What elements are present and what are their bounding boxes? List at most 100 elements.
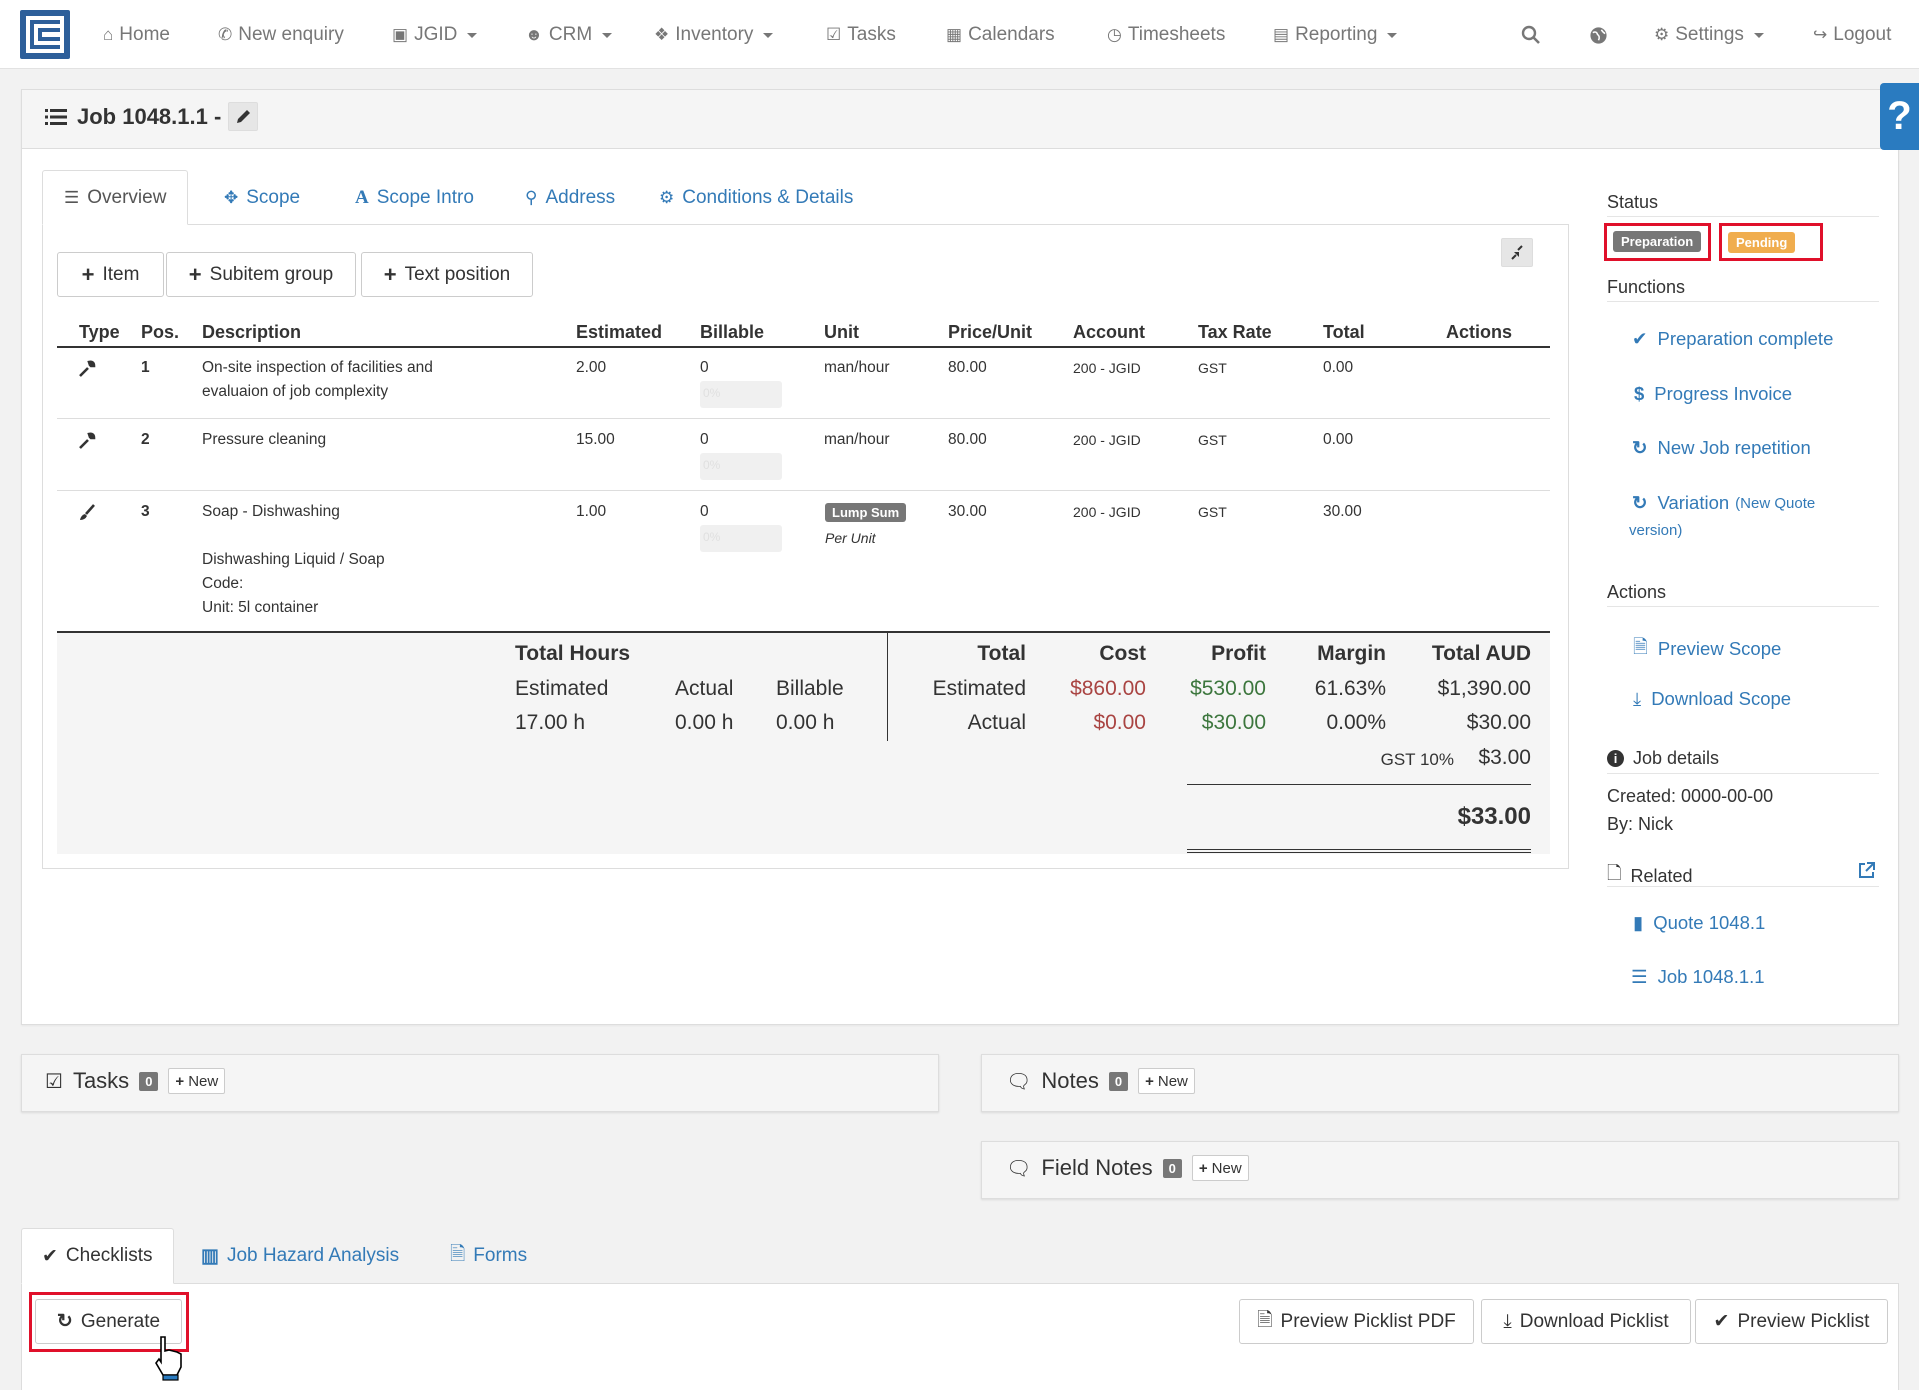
nav-language[interactable] — [1589, 22, 1608, 48]
created-date: Created: 0000-00-00 — [1607, 786, 1774, 806]
top-navbar: ⌂ Home ✆ New enquiry ▣ JGID ☻ CRM ❖ Inventory… — [0, 0, 1919, 69]
nav-search[interactable] — [1521, 22, 1541, 48]
nav-reporting[interactable]: ▤ Reporting — [1273, 22, 1398, 48]
edit-title-button[interactable] — [228, 102, 258, 131]
col-billable: Billable — [700, 322, 765, 342]
col-type: Type — [79, 322, 120, 342]
check-square-icon: ☑ — [826, 25, 842, 44]
gear-icon: ⚙ — [1654, 25, 1670, 44]
signal-icon: ▥ — [201, 1245, 219, 1267]
wrench-icon — [79, 432, 96, 449]
nav-tasks[interactable]: ☑ Tasks — [826, 22, 896, 48]
billable-progress-bar: 0% — [700, 453, 782, 480]
progress-invoice-link[interactable]: $ Progress Invoice — [1634, 383, 1792, 405]
nav-jgid[interactable]: ▣ JGID — [392, 22, 478, 48]
col-price-unit: Price/Unit — [948, 322, 1033, 342]
tab-address[interactable]: ⚲ Address — [525, 170, 615, 225]
field-notes-panel-title: 🗨 Field Notes 0 + New — [1006, 1155, 1249, 1181]
notes-panel-title: 🗨 Notes 0 + New — [1006, 1068, 1195, 1094]
col-total: Total — [1323, 322, 1365, 342]
caret-down-icon — [1387, 32, 1398, 38]
download-scope-link[interactable]: ⤓ Download Scope — [1633, 688, 1791, 710]
field-notes-count-badge: 0 — [1162, 1158, 1182, 1178]
preview-scope-link[interactable]: 🗎 Preview Scope — [1633, 633, 1781, 665]
hand-cursor-icon — [155, 1336, 182, 1381]
status-heading: Status — [1607, 192, 1659, 212]
download-icon: ⤓ — [1633, 688, 1642, 709]
created-by: By: Nick — [1607, 814, 1674, 834]
job-details-heading: i Job details — [1607, 748, 1719, 769]
tab-conditions[interactable]: ⚙ Conditions & Details — [659, 170, 853, 225]
tab-checklists[interactable]: ✔ Checklists — [21, 1228, 174, 1284]
nav-inventory[interactable]: ❖ Inventory — [654, 22, 774, 48]
refresh-icon: ↻ — [1632, 437, 1648, 458]
compress-button[interactable] — [1501, 238, 1533, 267]
home-icon: ⌂ — [103, 25, 114, 44]
brush-icon — [80, 504, 95, 520]
nav-new-enquiry[interactable]: ✆ New enquiry — [218, 22, 344, 48]
tasks-count-badge: 0 — [139, 1071, 159, 1091]
lump-sum-badge: Lump Sum — [825, 503, 907, 522]
nav-crm[interactable]: ☻ CRM — [525, 22, 613, 48]
nav-calendars[interactable]: ▦ Calendars — [946, 22, 1055, 48]
add-text-position-button[interactable]: + Text position — [361, 252, 533, 297]
preview-picklist-pdf-button[interactable]: 🗎 Preview Picklist PDF — [1239, 1299, 1474, 1344]
col-pos: Pos. — [141, 322, 180, 342]
new-note-button[interactable]: + New — [1138, 1068, 1195, 1094]
tab-scope-intro[interactable]: A Scope Intro — [355, 170, 474, 225]
phone-icon: ✆ — [218, 25, 233, 44]
crosshairs-icon: ✥ — [224, 187, 239, 207]
nav-settings[interactable]: ⚙ Settings — [1654, 22, 1764, 48]
caret-down-icon — [467, 32, 478, 38]
cogs-icon: ⚙ — [659, 187, 675, 207]
globe-icon — [1590, 26, 1607, 44]
new-job-repetition-link[interactable]: ↻ New Job repetition — [1632, 437, 1811, 459]
file-pdf-icon: 🗎 — [1257, 1309, 1273, 1331]
file-text-icon: 🗎 — [450, 1244, 466, 1265]
highlight-box — [1604, 223, 1711, 261]
grand-total: $33.00 — [1457, 803, 1531, 830]
list-icon — [45, 109, 67, 125]
preview-picklist-button[interactable]: ✔ Preview Picklist — [1695, 1299, 1888, 1344]
refresh-icon: ↻ — [1632, 492, 1648, 513]
highlight-box — [1719, 223, 1823, 261]
external-link-icon[interactable] — [1857, 861, 1876, 880]
new-field-note-button[interactable]: + New — [1191, 1155, 1249, 1181]
pencil-icon — [237, 110, 250, 123]
caret-down-icon — [602, 32, 613, 38]
comment-icon: 🗨 — [1006, 1157, 1032, 1180]
tasks-panel-title: ☑ Tasks 0 + New — [45, 1068, 226, 1094]
tab-job-hazard-analysis[interactable]: ▥ Job Hazard Analysis — [201, 1228, 399, 1284]
tab-scope[interactable]: ✥ Scope — [224, 170, 300, 225]
related-job-link[interactable]: ☰ Job 1048.1.1 — [1631, 966, 1765, 988]
new-task-button[interactable]: + New — [168, 1068, 226, 1094]
tab-forms[interactable]: 🗎 Forms — [450, 1228, 527, 1284]
file-pdf-icon: 🗎 — [1633, 636, 1648, 657]
functions-heading: Functions — [1607, 277, 1686, 297]
nav-logout[interactable]: ↪ Logout — [1813, 22, 1891, 48]
notes-count-badge: 0 — [1108, 1071, 1129, 1091]
nav-home[interactable]: ⌂ Home — [103, 22, 170, 48]
variation-link[interactable]: ↻ Variation (New Quote — [1632, 492, 1815, 514]
col-estimated: Estimated — [576, 322, 663, 342]
download-icon: ⤓ — [1503, 1310, 1512, 1332]
tab-overview[interactable]: ☰ Overview — [42, 170, 189, 225]
list-ol-icon: ☰ — [64, 187, 80, 207]
add-item-button[interactable]: + Item — [57, 252, 164, 297]
check-icon: ✔ — [42, 1245, 58, 1267]
download-picklist-button[interactable]: ⤓ Download Picklist — [1481, 1299, 1691, 1344]
add-subitem-group-button[interactable]: + Subitem group — [166, 252, 356, 297]
nav-timesheets[interactable]: ◷ Timesheets — [1107, 22, 1225, 48]
job-panel-header — [22, 90, 1898, 149]
actions-heading: Actions — [1607, 582, 1667, 602]
bar-chart-icon: ▤ — [1273, 25, 1290, 44]
preparation-complete-link[interactable]: ✔ Preparation complete — [1632, 328, 1833, 350]
plus-icon: + — [1145, 1072, 1154, 1090]
compress-icon — [1511, 245, 1523, 260]
brand-logo[interactable] — [20, 10, 70, 59]
col-tax-rate: Tax Rate — [1198, 322, 1272, 342]
help-button[interactable]: ? — [1880, 83, 1919, 150]
file-icon: ▮ — [1633, 912, 1644, 933]
wrench-icon — [79, 360, 96, 377]
related-quote-link[interactable]: ▮ Quote 1048.1 — [1633, 912, 1765, 934]
